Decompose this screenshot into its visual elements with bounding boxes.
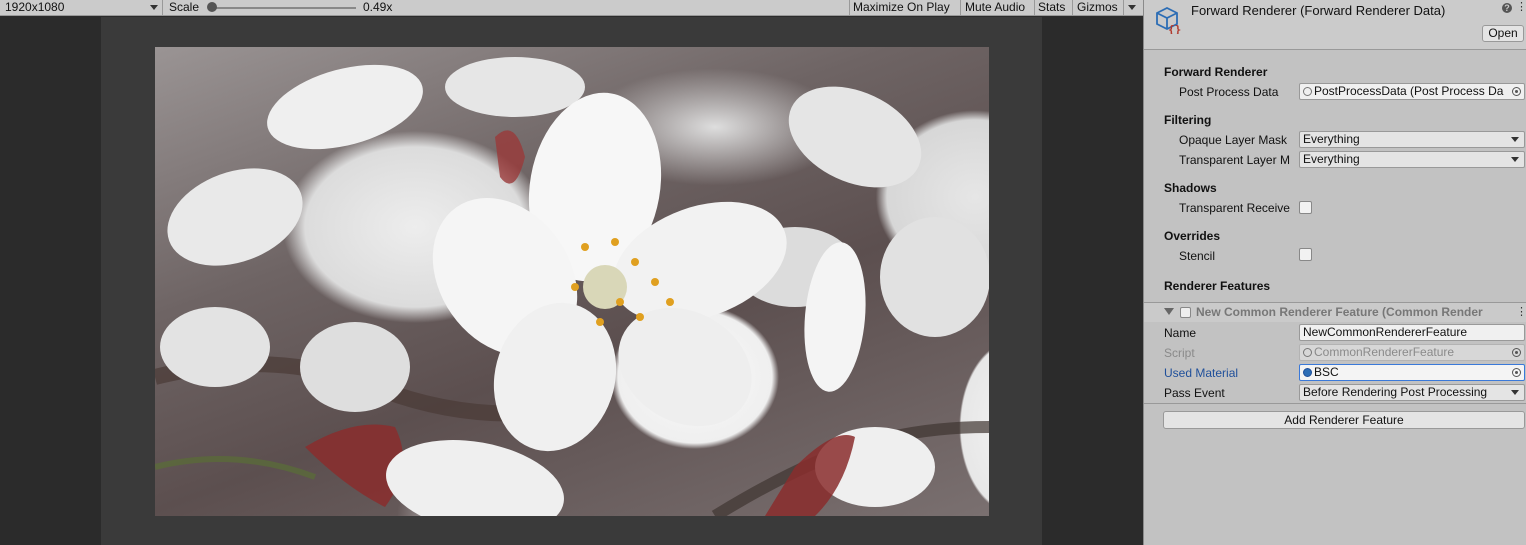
script-value: CommonRendererFeature (1314, 345, 1455, 359)
inspector-panel: {} Forward Renderer (Forward Renderer Da… (1143, 0, 1526, 545)
toolbar-divider (1123, 0, 1124, 16)
add-renderer-feature-button[interactable]: Add Renderer Feature (1163, 411, 1525, 429)
stats-toggle[interactable]: Stats (1038, 0, 1065, 16)
chevron-down-icon (150, 5, 158, 10)
open-button[interactable]: Open (1482, 25, 1524, 42)
opaque-layer-mask-dropdown[interactable]: Everything (1299, 131, 1525, 148)
feature-enabled-checkbox[interactable] (1180, 307, 1191, 318)
inspector-header: {} Forward Renderer (Forward Renderer Da… (1144, 0, 1526, 50)
pass-event-label: Pass Event (1164, 386, 1225, 400)
transparent-layer-mask-value: Everything (1303, 152, 1360, 166)
feature-name-value: NewCommonRendererFeature (1303, 325, 1468, 339)
feature-name-label: Name (1164, 326, 1197, 340)
transparent-layer-mask-dropdown[interactable]: Everything (1299, 151, 1525, 168)
section-heading-shadows: Shadows (1164, 181, 1217, 195)
feature-kebab-menu-icon[interactable]: ⋮ (1516, 305, 1526, 318)
scale-value: 0.49x (363, 0, 393, 14)
stencil-label: Stencil (1179, 249, 1216, 263)
transparent-receive-shadows-label: Transparent Receive (1179, 201, 1290, 215)
resolution-label: 1920x1080 (5, 0, 65, 14)
svg-text:{}: {} (1168, 23, 1181, 34)
toolbar-divider (1034, 0, 1035, 16)
opaque-layer-mask-label: Opaque Layer Mask (1179, 133, 1288, 147)
photo-illustration (155, 57, 989, 516)
post-process-data-value: PostProcessData (Post Process Da (1314, 84, 1504, 98)
mute-audio-toggle[interactable]: Mute Audio (965, 0, 1025, 16)
chevron-down-icon (1511, 390, 1519, 395)
toolbar-divider (960, 0, 961, 16)
script-asset-icon (1303, 348, 1312, 357)
section-heading-overrides: Overrides (1164, 229, 1221, 243)
foldout-arrow-icon[interactable] (1164, 308, 1174, 315)
stencil-checkbox[interactable] (1299, 248, 1312, 261)
used-material-label: Used Material (1164, 366, 1239, 380)
opaque-layer-mask-value: Everything (1303, 132, 1360, 146)
chevron-down-icon (1511, 157, 1519, 162)
transparent-layer-mask-label: Transparent Layer M (1179, 153, 1290, 167)
material-sphere-icon (1303, 368, 1312, 377)
game-view: 1920x1080 Scale 0.49x Maximize On Play M… (0, 0, 1143, 545)
gizmos-dropdown-icon[interactable] (1128, 5, 1136, 10)
object-picker-icon[interactable] (1512, 87, 1521, 96)
renderer-feature-title: New Common Renderer Feature (Common Rend… (1196, 305, 1483, 319)
gizmos-toggle[interactable]: Gizmos (1077, 0, 1118, 16)
asset-reference-icon (1303, 87, 1312, 96)
script-field: CommonRendererFeature (1299, 344, 1525, 361)
transparent-receive-shadows-checkbox[interactable] (1299, 201, 1312, 214)
game-toolbar: 1920x1080 Scale 0.49x Maximize On Play M… (0, 0, 1143, 16)
toolbar-divider (849, 0, 850, 16)
pass-event-value: Before Rendering Post Processing (1303, 385, 1488, 399)
cherry-blossom-photo (155, 47, 989, 516)
toolbar-divider (1072, 0, 1073, 16)
feature-name-input[interactable]: NewCommonRendererFeature (1299, 324, 1525, 341)
used-material-field[interactable]: BSC (1299, 364, 1525, 381)
renderer-feature-header[interactable]: New Common Renderer Feature (Common Rend… (1144, 303, 1526, 322)
toolbar-divider (162, 0, 163, 16)
chevron-down-icon (1511, 137, 1519, 142)
pass-event-dropdown[interactable]: Before Rendering Post Processing (1299, 384, 1525, 401)
scale-label: Scale (169, 0, 200, 14)
used-material-value: BSC (1314, 365, 1339, 379)
scale-slider-thumb[interactable] (207, 2, 217, 12)
script-label: Script (1164, 346, 1195, 360)
section-heading-renderer-features: Renderer Features (1164, 279, 1271, 293)
section-heading-forward-renderer: Forward Renderer (1164, 65, 1268, 79)
post-process-data-field[interactable]: PostProcessData (Post Process Da (1299, 83, 1525, 100)
object-picker-icon[interactable] (1512, 368, 1521, 377)
help-icon[interactable]: ? (1502, 3, 1512, 13)
kebab-menu-icon[interactable]: ⋮ (1516, 2, 1526, 13)
maximize-on-play-toggle[interactable]: Maximize On Play (853, 0, 950, 16)
inspector-title: Forward Renderer (Forward Renderer Data) (1191, 3, 1446, 18)
renderer-feature-panel: New Common Renderer Feature (Common Rend… (1144, 302, 1526, 404)
section-heading-filtering: Filtering (1164, 113, 1212, 127)
post-process-data-label: Post Process Data (1179, 85, 1279, 99)
renderer-asset-icon: {} (1156, 6, 1181, 34)
resolution-dropdown[interactable]: 1920x1080 (0, 0, 162, 16)
object-picker-icon (1512, 348, 1521, 357)
scale-slider-track[interactable] (211, 7, 356, 9)
